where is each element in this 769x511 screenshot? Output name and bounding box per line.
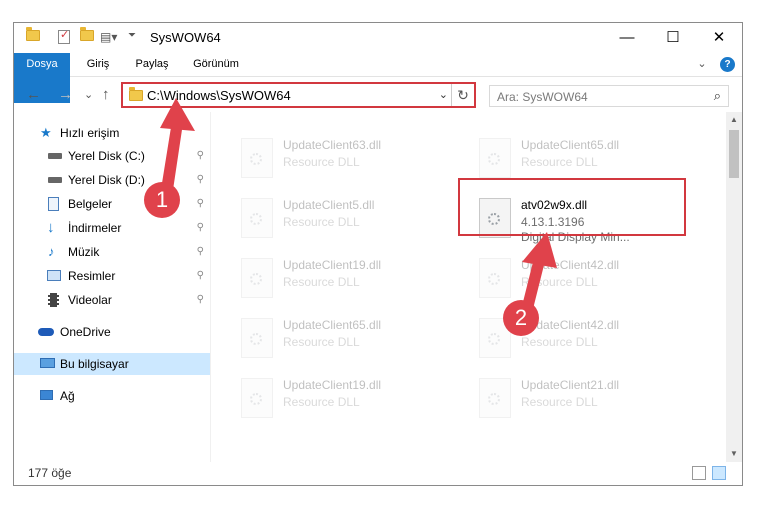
arrow-to-address-bar-head xyxy=(160,98,195,131)
annotation-badge-1: 1 xyxy=(144,182,180,218)
annotation-arrows xyxy=(158,98,557,333)
arrow-to-file-head xyxy=(522,232,557,268)
annotation-badge-2: 2 xyxy=(503,300,539,336)
